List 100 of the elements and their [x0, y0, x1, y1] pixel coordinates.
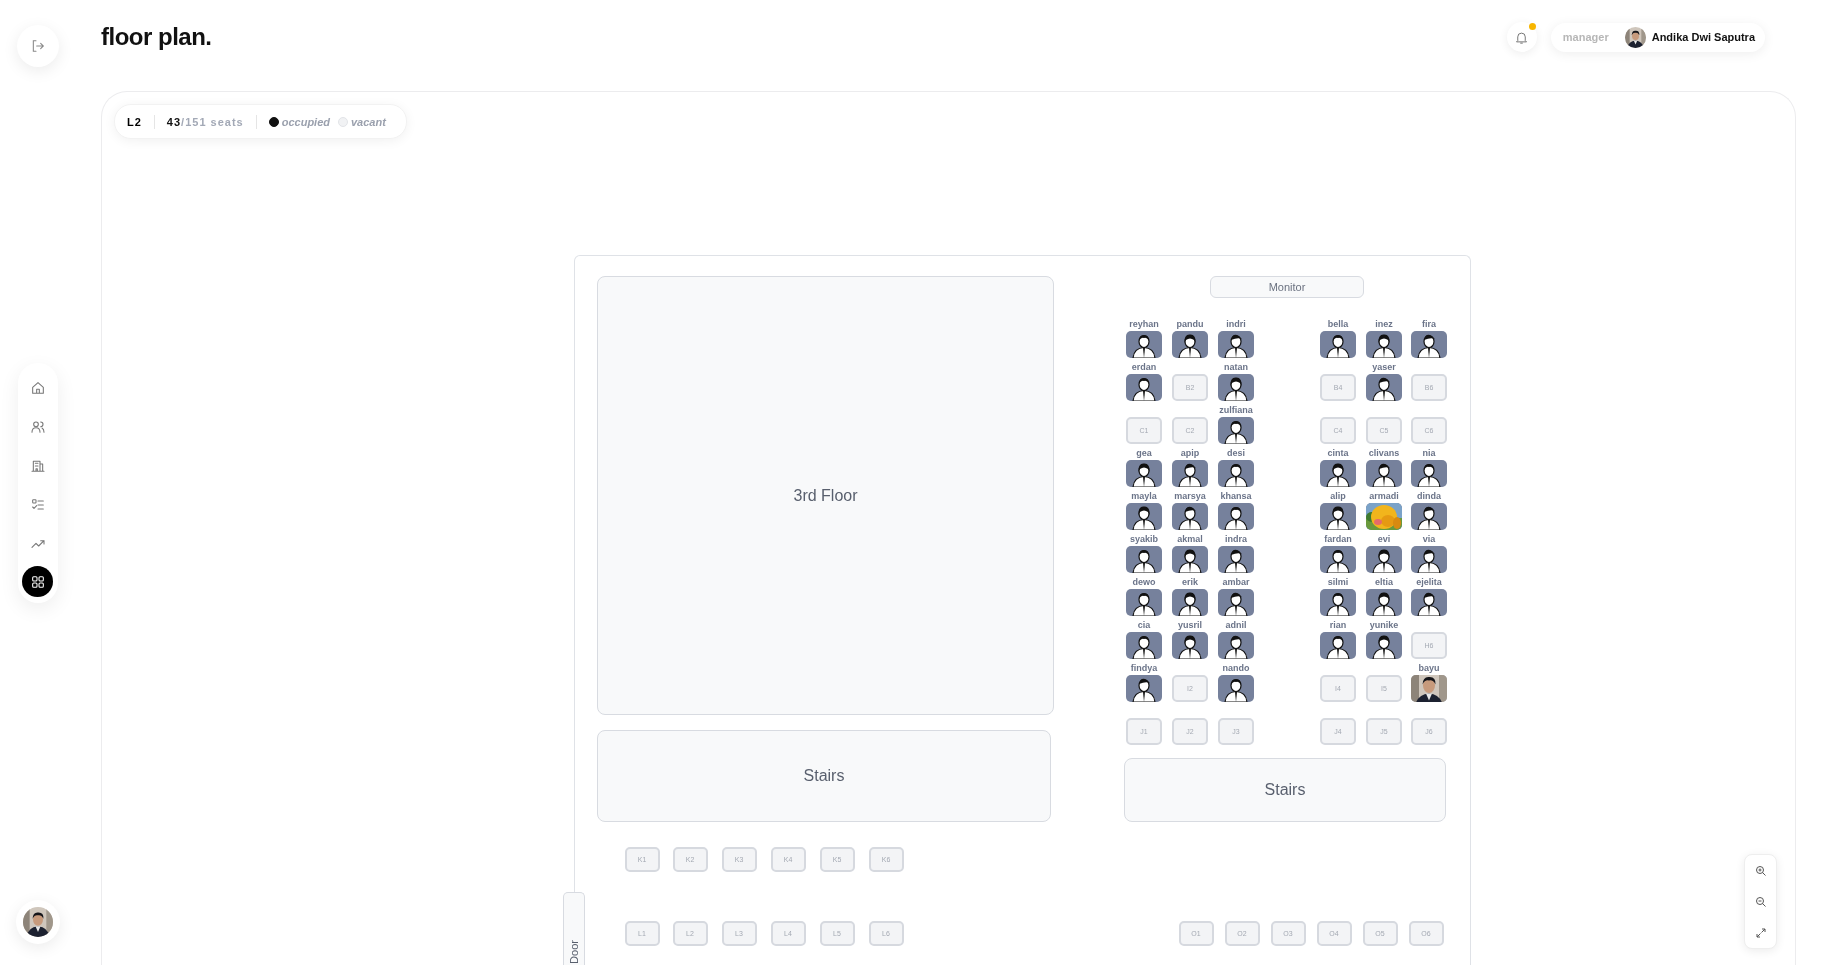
- monitor-label: Monitor: [1210, 276, 1364, 298]
- seat[interactable]: [1411, 588, 1447, 616]
- seat[interactable]: [1218, 631, 1254, 659]
- seat[interactable]: [1126, 373, 1162, 401]
- expand-icon: [1754, 926, 1767, 939]
- logout-icon: [30, 38, 46, 54]
- seat[interactable]: [1126, 330, 1162, 358]
- seat[interactable]: [1411, 459, 1447, 487]
- seat[interactable]: [1126, 502, 1162, 530]
- person-icon: [1129, 591, 1159, 616]
- person-icon: [1323, 333, 1353, 358]
- page-title: floor plan.: [101, 23, 213, 51]
- person-icon: [1221, 677, 1251, 702]
- seat[interactable]: [1411, 502, 1447, 530]
- seat[interactable]: [1366, 631, 1402, 659]
- person-icon: [1323, 634, 1353, 659]
- seat-name: cia: [1136, 619, 1152, 631]
- seat[interactable]: [1411, 330, 1447, 358]
- seat[interactable]: [1411, 674, 1447, 702]
- seat-name: alip: [1329, 490, 1347, 502]
- person-icon: [1221, 591, 1251, 616]
- seat-name: yusril: [1177, 619, 1203, 631]
- person-icon: [1221, 462, 1251, 487]
- person-icon: [1414, 505, 1444, 530]
- seat[interactable]: [1320, 588, 1356, 616]
- seat[interactable]: [1126, 674, 1162, 702]
- seat[interactable]: [1126, 545, 1162, 573]
- seat-name: pandu: [1175, 318, 1205, 330]
- seat[interactable]: [1172, 588, 1208, 616]
- person-icon: [1175, 333, 1205, 358]
- seat-name: bayu: [1417, 662, 1441, 674]
- seat-name: dewo: [1131, 576, 1157, 588]
- seat[interactable]: [1218, 588, 1254, 616]
- seat[interactable]: [1218, 330, 1254, 358]
- seat[interactable]: [1172, 631, 1208, 659]
- zoom-out-icon: [1754, 895, 1767, 908]
- legend-label: vacant: [351, 115, 386, 128]
- person-icon: [1221, 548, 1251, 573]
- person-icon: [1369, 591, 1399, 616]
- seat[interactable]: [1172, 459, 1208, 487]
- seat[interactable]: [1366, 545, 1402, 573]
- person-icon: [1129, 505, 1159, 530]
- person-icon: [1323, 591, 1353, 616]
- bell-icon: [1514, 29, 1530, 45]
- person-icon: [1414, 591, 1444, 616]
- person-icon: [1129, 548, 1159, 573]
- seat-name: akmal: [1176, 533, 1204, 545]
- person-icon: [1369, 333, 1399, 358]
- seat[interactable]: [1218, 416, 1254, 444]
- person-icon: [1129, 634, 1159, 659]
- seat[interactable]: [1218, 502, 1254, 530]
- seat-name: eltia: [1374, 576, 1394, 588]
- level-label: L2: [127, 115, 142, 128]
- seat[interactable]: [1366, 459, 1402, 487]
- seat[interactable]: [1218, 459, 1254, 487]
- seat-name: indri: [1225, 318, 1247, 330]
- seat-name: evi: [1376, 533, 1392, 545]
- seat[interactable]: [1411, 545, 1447, 573]
- nav-button[interactable]: [22, 566, 53, 597]
- seat[interactable]: [1320, 459, 1356, 487]
- seat-name: erdan: [1130, 361, 1158, 373]
- seat[interactable]: [1320, 502, 1356, 530]
- seat[interactable]: [1172, 502, 1208, 530]
- seat[interactable]: [1218, 373, 1254, 401]
- seat[interactable]: [1366, 330, 1402, 358]
- avatar-button[interactable]: [16, 900, 60, 944]
- person-icon: [1175, 548, 1205, 573]
- seat[interactable]: [1366, 373, 1402, 401]
- person-icon: [1129, 462, 1159, 487]
- person-icon: [1221, 376, 1251, 401]
- seat[interactable]: [1320, 545, 1356, 573]
- seat[interactable]: [1320, 631, 1356, 659]
- person-icon: [1221, 419, 1251, 444]
- seat[interactable]: [1172, 330, 1208, 358]
- seat-name: ejelita: [1415, 576, 1443, 588]
- seat[interactable]: [1218, 674, 1254, 702]
- seat-name: nia: [1421, 447, 1437, 459]
- person-icon: [1414, 333, 1444, 358]
- seat[interactable]: [1218, 545, 1254, 573]
- seat[interactable]: [1126, 631, 1162, 659]
- seat[interactable]: [1126, 588, 1162, 616]
- zoom-in-icon: [1754, 864, 1767, 877]
- seat-name: dinda: [1416, 490, 1442, 502]
- seat-name: marsya: [1173, 490, 1207, 502]
- seat-name: ambar: [1221, 576, 1251, 588]
- seat-name: rian: [1328, 619, 1348, 631]
- seat-name: khansa: [1219, 490, 1253, 502]
- seat-name: yunike: [1368, 619, 1400, 631]
- seat-name: findya: [1129, 662, 1159, 674]
- room-area: Stairs: [1124, 758, 1446, 822]
- user-menu[interactable]: manager Andika Dwi Saputra: [1550, 22, 1765, 52]
- seat[interactable]: [1366, 588, 1402, 616]
- person-icon: [1129, 677, 1159, 702]
- seat[interactable]: [1320, 330, 1356, 358]
- seat[interactable]: [1126, 459, 1162, 487]
- room-area: 3rd Floor: [597, 276, 1054, 715]
- seat[interactable]: [1172, 545, 1208, 573]
- person-icon: [1414, 462, 1444, 487]
- seat-name: desi: [1226, 447, 1246, 459]
- person-icon: [1323, 548, 1353, 573]
